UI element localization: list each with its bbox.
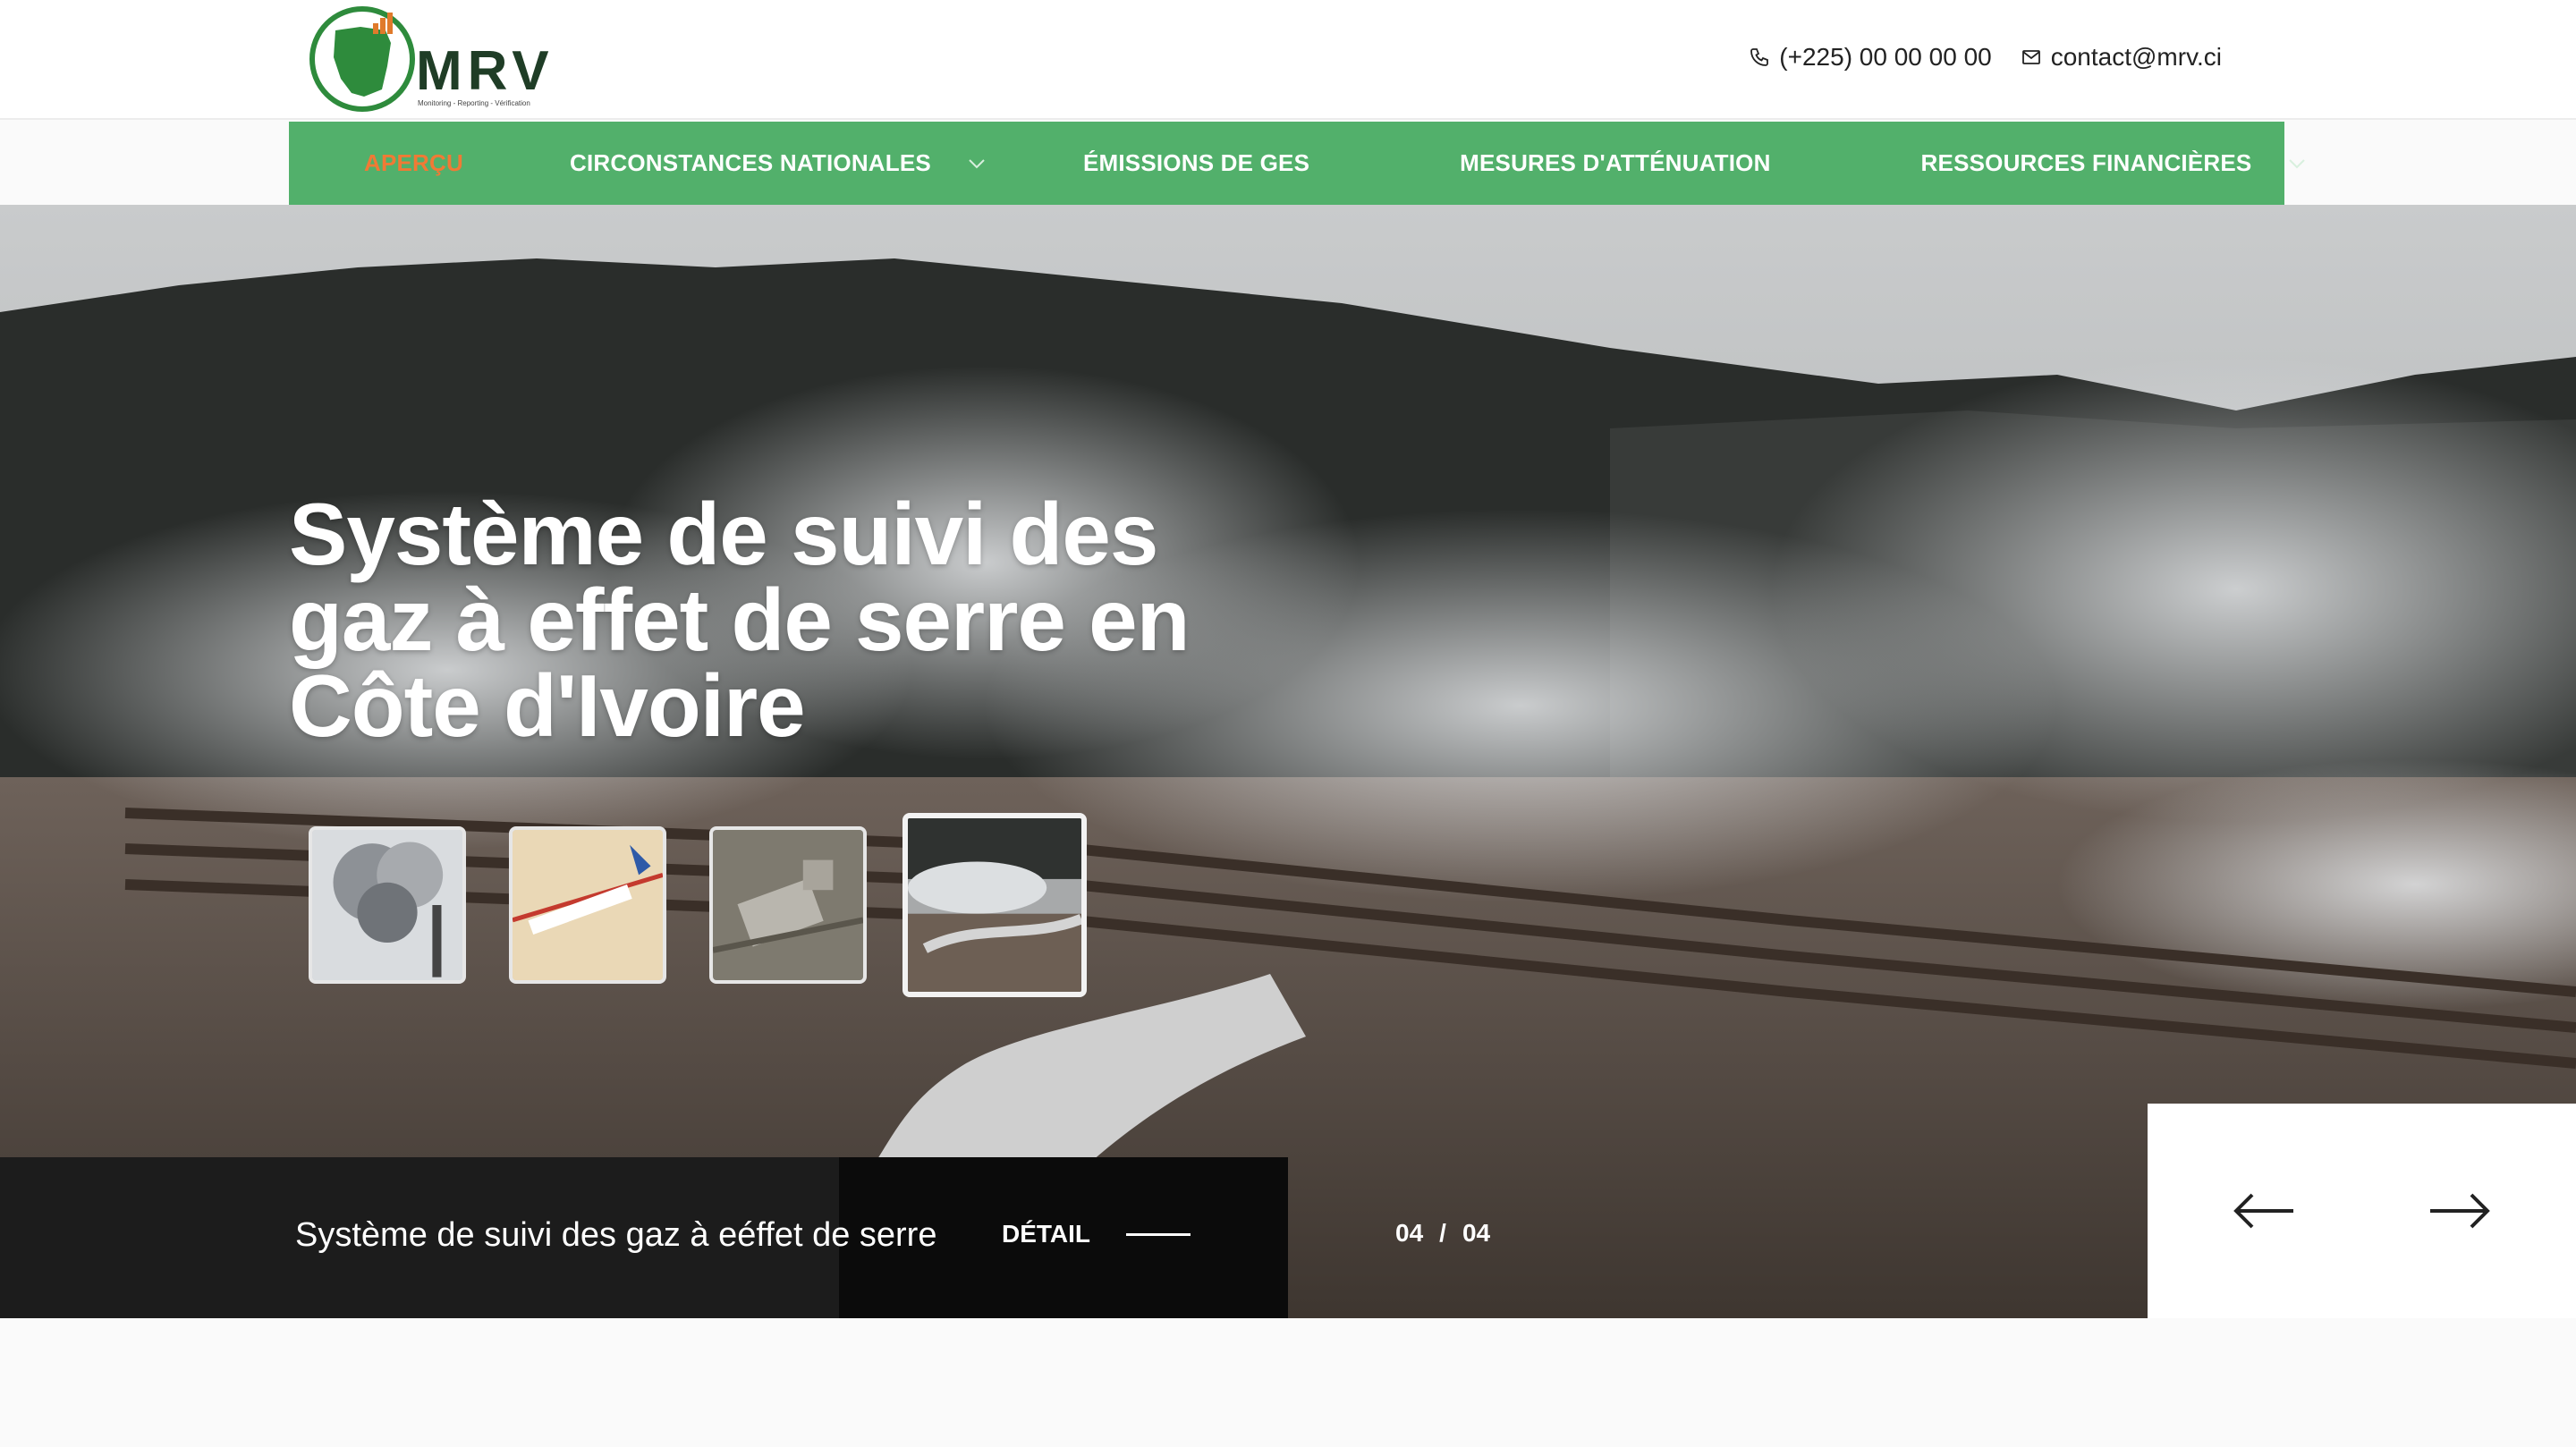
phone-contact[interactable]: (+225) 00 00 00 00	[1749, 43, 1992, 72]
slide-thumbnails	[309, 813, 1087, 997]
slide-caption: Système de suivi des gaz à eéffet de ser…	[295, 1216, 937, 1254]
main-nav: APERÇU CIRCONSTANCES NATIONALES ÉMISSION…	[289, 122, 2306, 205]
arrow-right-icon[interactable]	[2428, 1190, 2491, 1231]
map-image	[513, 830, 663, 980]
hero-title: Système de suivi des gaz à effet de serr…	[289, 490, 1273, 749]
nav-item-mesures[interactable]: MESURES D'ATTÉNUATION	[1460, 122, 1770, 205]
plant-image	[713, 830, 863, 980]
nav-item-emissions[interactable]: ÉMISSIONS DE GES	[1083, 122, 1309, 205]
phone-icon	[1750, 48, 1769, 66]
slide-current: 04	[1395, 1219, 1424, 1247]
thumbnail-geothermal[interactable]	[902, 813, 1087, 997]
nav-item-circonstances[interactable]: CIRCONSTANCES NATIONALES	[570, 122, 987, 205]
nav-item-label: CIRCONSTANCES NATIONALES	[570, 149, 931, 176]
chevron-down-icon	[969, 158, 985, 168]
hero-title-line3: Côte d'Ivoire	[289, 656, 806, 755]
smoke-image	[312, 830, 462, 980]
phone-number: (+225) 00 00 00 00	[1779, 43, 1992, 71]
nav-item-label: ÉMISSIONS DE GES	[1082, 149, 1310, 176]
hero-title-line2: gaz à effet de serre en	[289, 571, 1190, 669]
top-header: MRV Monitoring - Reporting - Vérificatio…	[0, 0, 2576, 120]
contact-info: (+225) 00 00 00 00 contact@mrv.ci	[1749, 38, 2222, 77]
detail-label: DÉTAIL	[1002, 1220, 1091, 1248]
logo-tagline: Monitoring - Reporting - Vérification	[418, 99, 530, 107]
nav-item-ressources[interactable]: RESSOURCES FINANCIÈRES	[1921, 122, 2308, 205]
detail-button[interactable]: DÉTAIL	[1002, 1220, 1191, 1248]
mrv-logo[interactable]: MRV Monitoring - Reporting - Vérificatio…	[309, 4, 550, 114]
arrow-left-icon[interactable]	[2233, 1190, 2295, 1231]
detail-line	[1126, 1232, 1191, 1236]
thumbnail-smoke[interactable]	[309, 826, 466, 984]
slide-total: 04	[1462, 1219, 1491, 1247]
slide-separator: /	[1439, 1219, 1446, 1247]
thumbnail-map[interactable]	[509, 826, 666, 984]
email-contact[interactable]: contact@mrv.ci	[2021, 43, 2222, 72]
nav-item-label: APERÇU	[364, 149, 463, 176]
chevron-down-icon	[2289, 158, 2306, 168]
nav-item-apercu[interactable]: APERÇU	[364, 122, 463, 205]
slider-arrows	[2148, 1104, 2576, 1318]
logo-text: MRV	[416, 40, 550, 102]
page-below-hero	[0, 1318, 2576, 1447]
slide-counter: 04 / 04	[1395, 1219, 1490, 1248]
mail-icon	[2021, 50, 2040, 64]
nav-item-label: MESURES D'ATTÉNUATION	[1460, 149, 1771, 176]
slide-caption-bar: Système de suivi des gaz à eéffet de ser…	[0, 1157, 1288, 1318]
thumbnail-plant[interactable]	[709, 826, 867, 984]
geothermal-image	[908, 818, 1081, 992]
email-address: contact@mrv.ci	[2050, 43, 2222, 71]
nav-item-label: RESSOURCES FINANCIÈRES	[1920, 149, 2252, 176]
hero-title-line1: Système de suivi des	[289, 485, 1158, 583]
